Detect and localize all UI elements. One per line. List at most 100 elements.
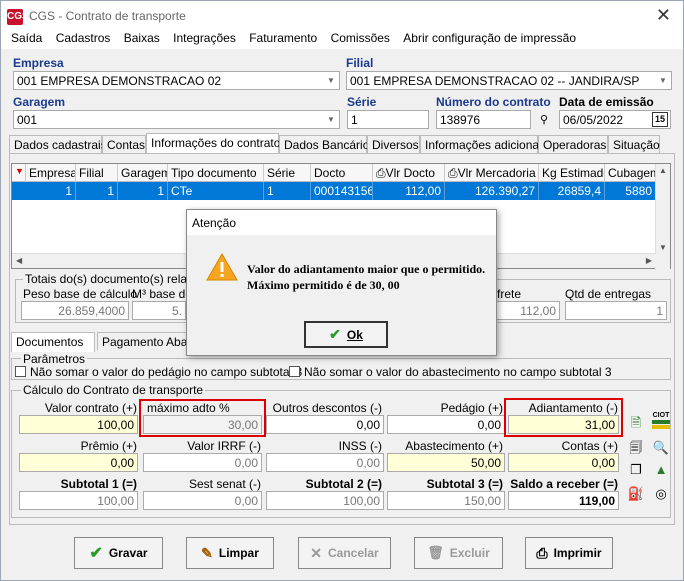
saldo-field: 119,00: [508, 491, 619, 510]
scroll-up-icon[interactable]: ▲: [659, 166, 667, 175]
m3-field: 5.: [132, 301, 186, 320]
scroll-left-icon[interactable]: ◀: [16, 256, 22, 265]
limpar-label: Limpar: [218, 546, 259, 560]
cancelar-button[interactable]: ✕ Cancelar: [298, 537, 391, 569]
binoculars-icon[interactable]: ⚲: [535, 111, 553, 129]
imprimir-button[interactable]: ⎙ Imprimir: [525, 537, 613, 569]
tab-situacao[interactable]: Situação: [608, 135, 660, 153]
col-empresa[interactable]: Empresa: [26, 164, 76, 182]
checkmark-icon: ✔: [89, 545, 103, 562]
menu-config-impressao[interactable]: Abrir configuração de impressão: [403, 31, 576, 46]
ok-button[interactable]: ✔ Ok: [304, 321, 388, 348]
highlight-maximo-adto: [139, 399, 266, 437]
serie-field[interactable]: 1: [347, 110, 429, 129]
tab-dados-bancarios[interactable]: Dados Bancários: [279, 135, 375, 153]
abastecimento-field[interactable]: 50,00: [387, 453, 505, 472]
garagem-label: Garagem: [13, 95, 66, 109]
data-emissao-value: 06/05/2022: [563, 113, 624, 127]
menu-bar: Saída Cadastros Baixas Integrações Fatur…: [1, 31, 683, 49]
triangle-alert-icon[interactable]: ▲: [652, 461, 670, 479]
opt-pedagio[interactable]: Não somar o valor do pedágio no campo su…: [15, 365, 302, 379]
printer-icon: ⎙: [448, 166, 458, 180]
tab-informacoes-adicionais[interactable]: Informações adicionais: [420, 135, 548, 153]
table-row[interactable]: 1 1 1 CTe 1 000143156 112,00 126.390,27 …: [12, 182, 656, 200]
col-vlr-mercadoria[interactable]: ⎙Vlr Mercadoria: [445, 164, 539, 182]
excluir-button[interactable]: 🗑 Excluir: [414, 537, 503, 569]
sest-senat-field[interactable]: 0,00: [143, 491, 262, 510]
search-document-icon[interactable]: 🔍: [652, 439, 670, 457]
checkmark-icon: ✔: [329, 326, 341, 342]
empresa-select[interactable]: 001 EMPRESA DEMONSTRACAO 02 ▼: [13, 71, 340, 90]
scroll-right-icon[interactable]: ▶: [646, 256, 652, 265]
cell-empresa: 1: [26, 182, 76, 200]
cell-docto: 000143156: [311, 182, 373, 200]
col-filial[interactable]: Filial: [76, 164, 118, 182]
gravar-label: Gravar: [108, 546, 148, 560]
tab-documentos[interactable]: Documentos: [11, 332, 95, 352]
cell-serie: 1: [264, 182, 311, 200]
tab-informacoes-contrato[interactable]: Informações do contrato: [146, 133, 280, 153]
subtotal2-label: Subtotal 2 (=): [305, 477, 382, 491]
menu-baixas[interactable]: Baixas: [124, 31, 160, 46]
checkbox-abastecimento[interactable]: [289, 366, 300, 377]
copy-documents-icon[interactable]: ❐: [627, 461, 645, 479]
document-edit-icon[interactable]: 🗎: [627, 414, 645, 432]
cell-tipo-documento: CTe: [168, 182, 264, 200]
data-emissao-field[interactable]: 06/05/2022 15: [559, 110, 671, 129]
contas-field[interactable]: 0,00: [508, 453, 619, 472]
menu-faturamento[interactable]: Faturamento: [249, 31, 317, 46]
outros-descontos-label: Outros descontos (-): [272, 401, 382, 415]
gravar-button[interactable]: ✔ Gravar: [74, 537, 163, 569]
grid-vertical-scrollbar[interactable]: ▲ ▼: [655, 164, 670, 270]
menu-integracoes[interactable]: Integrações: [173, 31, 236, 46]
filial-label: Filial: [346, 56, 374, 70]
tab-diversos[interactable]: Diversos: [367, 135, 420, 153]
dialog-body: Valor do adiantamento maior que o permit…: [187, 235, 496, 355]
premio-field[interactable]: 0,00: [19, 453, 138, 472]
tab-pagamento-abast[interactable]: Pagamento Abast: [97, 332, 197, 350]
inss-field[interactable]: 0,00: [266, 453, 384, 472]
scroll-down-icon[interactable]: ▼: [659, 243, 667, 252]
filial-select[interactable]: 001 EMPRESA DEMONSTRACAO 02 -- JANDIRA/S…: [346, 71, 672, 90]
col-vlr-docto-label: Vlr Docto: [385, 166, 435, 180]
empresa-value: 001 EMPRESA DEMONSTRACAO 02: [17, 74, 222, 88]
tab-contas[interactable]: Contas: [102, 135, 146, 153]
col-vlr-docto[interactable]: ⎙Vlr Docto: [373, 164, 445, 182]
ciot-icon[interactable]: CIOT: [652, 412, 670, 434]
garagem-select[interactable]: 001 ▼: [13, 110, 340, 129]
menu-cadastros[interactable]: Cadastros: [56, 31, 111, 46]
tire-icon[interactable]: ◎: [652, 485, 670, 503]
col-serie[interactable]: Série: [264, 164, 311, 182]
broom-icon: ✎: [201, 544, 213, 561]
fuel-pump-icon[interactable]: ⛽: [627, 485, 645, 503]
opt-abastecimento[interactable]: Não somar o valor do abastecimento no ca…: [289, 365, 612, 379]
tab-operadoras[interactable]: Operadoras: [538, 135, 608, 153]
cancel-icon: ✕: [310, 544, 323, 561]
opt-pedagio-label: Não somar o valor do pedágio no campo su…: [30, 365, 303, 379]
imprimir-label: Imprimir: [553, 546, 602, 560]
calendar-icon[interactable]: 15: [652, 112, 668, 127]
entregas-field: 1: [565, 301, 667, 320]
checkbox-pedagio[interactable]: [15, 366, 26, 377]
limpar-button[interactable]: ✎ Limpar: [186, 537, 274, 569]
col-tipo-documento[interactable]: Tipo documento: [168, 164, 264, 182]
numero-contrato-field[interactable]: 138976: [436, 110, 531, 129]
highlight-adiantamento: [504, 398, 623, 437]
document-icon[interactable]: 🗐: [627, 439, 645, 457]
outros-descontos-field[interactable]: 0,00: [266, 415, 384, 434]
col-docto[interactable]: Docto: [311, 164, 373, 182]
pedagio-field[interactable]: 0,00: [387, 415, 505, 434]
totais-group-label: Totais do(s) documento(s) relacion: [23, 272, 212, 286]
ok-label: Ok: [346, 327, 363, 342]
col-garagem[interactable]: Garagem: [118, 164, 168, 182]
col-cubagem[interactable]: Cubagem: [605, 164, 656, 182]
dialog-message-line1: Valor do adiantamento maior que o permit…: [247, 262, 486, 276]
valor-contrato-field[interactable]: 100,00: [19, 415, 138, 434]
irrf-field[interactable]: 0,00: [143, 453, 262, 472]
close-icon[interactable]: ✕: [656, 5, 671, 26]
menu-saida[interactable]: Saída: [11, 31, 42, 46]
menu-comissoes[interactable]: Comissões: [331, 31, 390, 46]
tab-dados-cadastrais[interactable]: Dados cadastrais: [9, 135, 107, 153]
col-kg-estimado[interactable]: Kg Estimado: [539, 164, 605, 182]
valor-contrato-label: Valor contrato (+): [44, 401, 137, 415]
